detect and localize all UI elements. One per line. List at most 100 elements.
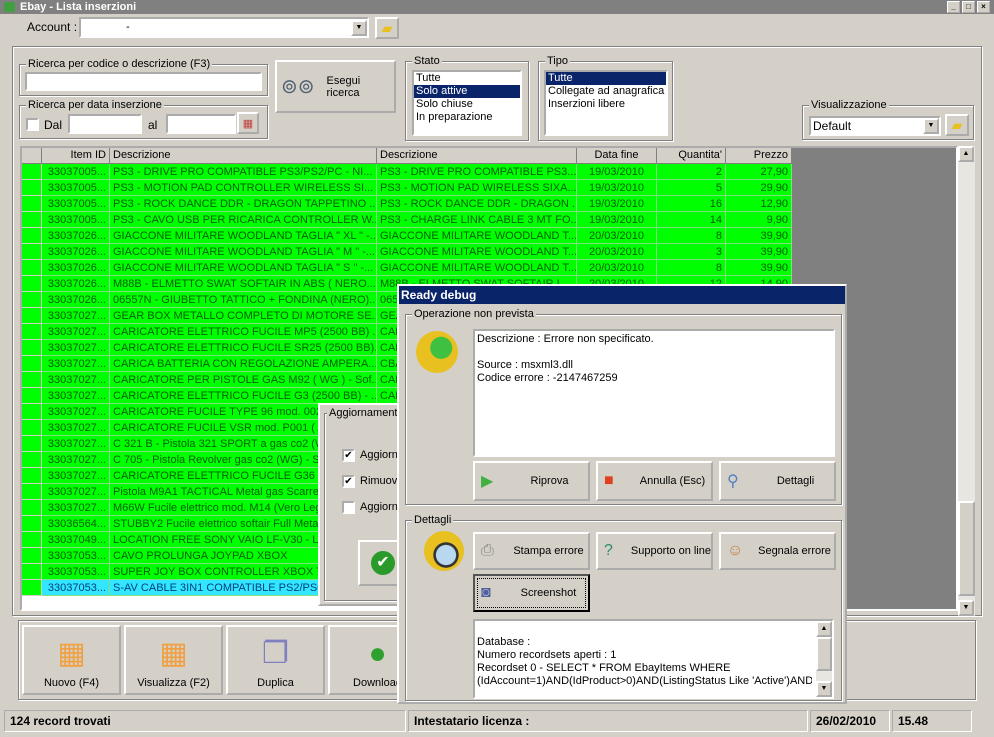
tipo-option[interactable]: Tutte [546,72,666,85]
table-cell[interactable]: 19/03/2010 [577,212,657,228]
chevron-down-icon[interactable]: ▼ [923,118,939,134]
tipo-option[interactable]: Inserzioni libere [546,98,666,111]
from-date-input[interactable] [68,114,142,134]
print-error-button[interactable]: ⎙ Stampa errore [473,532,590,570]
table-cell[interactable]: 33037049... [42,532,110,548]
table-cell[interactable]: 33037027... [42,356,110,372]
row-selector[interactable] [22,308,42,324]
row-selector[interactable] [22,212,42,228]
table-cell[interactable]: 39,90 [726,260,792,276]
to-date-input[interactable] [166,114,236,134]
row-selector[interactable] [22,548,42,564]
table-cell[interactable]: 16 [657,196,726,212]
table-cell[interactable]: 33036564... [42,516,110,532]
tipo-listbox[interactable]: Tutte Collegate ad anagrafica Inserzioni l… [544,70,668,136]
details-button[interactable]: ⚲ Dettagli [719,461,836,501]
row-selector[interactable] [22,196,42,212]
table-cell[interactable]: 14 [657,212,726,228]
table-cell[interactable]: 33037027... [42,388,110,404]
table-cell[interactable]: PS3 - ROCK DANCE DDR - DRAGON ... [377,196,577,212]
table-row[interactable]: 33037005... PS3 - ROCK DANCE DDR - DRAGON… [22,196,792,212]
row-selector[interactable] [22,276,42,292]
table-cell[interactable]: 19/03/2010 [577,180,657,196]
details-textbox[interactable]: Database : Numero recordsets aperti : 1 Re… [473,619,834,699]
row-selector[interactable] [22,532,42,548]
table-cell[interactable]: 29,90 [726,180,792,196]
table-cell[interactable]: 06557N - GIUBETTO TATTICO + FONDINA (NER… [110,292,377,308]
table-cell[interactable]: 33037027... [42,308,110,324]
screenshot-button[interactable]: ◙ Screenshot [473,574,590,612]
row-selector[interactable] [22,164,42,180]
row-selector[interactable] [22,516,42,532]
table-cell[interactable]: 39,90 [726,228,792,244]
table-cell[interactable]: GIACCONE MILITARE WOODLAND TAGLIA " XL "… [110,228,377,244]
table-cell[interactable]: 27,90 [726,164,792,180]
row-selector[interactable] [22,436,42,452]
row-selector[interactable] [22,340,42,356]
table-cell[interactable]: 33037026... [42,228,110,244]
table-cell[interactable]: 33037026... [42,244,110,260]
table-row[interactable]: 33037026... GIACCONE MILITARE WOODLAND TA… [22,244,792,260]
table-cell[interactable]: CARICATORE PER PISTOLE GAS M92 ( WG ) - … [110,372,377,388]
scroll-down-icon[interactable]: ▼ [958,600,974,616]
table-cell[interactable]: 33037053... [42,580,110,596]
table-cell[interactable]: CARICATORE ELETTRICO FUCILE SR25 (2500 B… [110,340,377,356]
cancel-button[interactable]: ■ Annulla (Esc) [596,461,713,501]
table-cell[interactable]: 33037053... [42,548,110,564]
table-cell[interactable]: M88B - ELMETTO SWAT SOFTAIR IN ABS ( NER… [110,276,377,292]
table-cell[interactable]: 33037026... [42,260,110,276]
table-row[interactable]: 33037005... PS3 - CAVO USB PER RICARICA C… [22,212,792,228]
row-selector[interactable] [22,404,42,420]
row-selector[interactable] [22,420,42,436]
column-header[interactable]: Descrizione [110,148,377,164]
row-selector[interactable] [22,468,42,484]
column-header[interactable]: Data fine [577,148,657,164]
table-cell[interactable]: 33037027... [42,452,110,468]
grid-scrollbar[interactable]: ▲ ▼ [958,146,975,616]
scroll-thumb[interactable] [816,637,832,671]
table-cell[interactable]: 33037026... [42,292,110,308]
table-cell[interactable]: PS3 - DRIVE PRO COMPATIBLE PS3/PS2/PC - … [110,164,377,180]
duplica-button[interactable]: ❐ Duplica [226,625,325,695]
table-cell[interactable]: 33037027... [42,436,110,452]
table-row[interactable]: 33037005... PS3 - MOTION PAD CONTROLLER W… [22,180,792,196]
run-search-button[interactable]: ⊚⊚ Esegui ricerca [275,60,396,113]
account-select[interactable]: - ▼ [79,17,369,38]
error-textbox[interactable]: Descrizione : Errore non specificato. Sou… [473,329,835,457]
table-cell[interactable]: 33037026... [42,276,110,292]
stato-option[interactable]: Solo chiuse [414,98,520,111]
column-header[interactable]: Quantita' [657,148,726,164]
table-cell[interactable]: 8 [657,228,726,244]
row-selector[interactable] [22,180,42,196]
aggiornamento-checkbox[interactable]: ✔ [342,475,355,488]
row-selector[interactable] [22,372,42,388]
aggiornamento-checkbox[interactable] [342,501,355,514]
table-cell[interactable]: 8 [657,260,726,276]
table-row[interactable]: 33037026... GIACCONE MILITARE WOODLAND TA… [22,228,792,244]
table-cell[interactable]: 33037027... [42,404,110,420]
table-cell[interactable]: CARICATORE ELETTRICO FUCILE MP5 (2500 BB… [110,324,377,340]
table-cell[interactable]: 20/03/2010 [577,260,657,276]
maximize-icon[interactable]: □ [962,1,975,13]
table-row[interactable]: 33037005... PS3 - DRIVE PRO COMPATIBLE PS… [22,164,792,180]
scroll-up-icon[interactable]: ▲ [958,146,974,162]
aggiornamento-checkbox[interactable]: ✔ [342,449,355,462]
row-selector[interactable] [22,564,42,580]
row-selector[interactable] [22,500,42,516]
row-selector[interactable] [22,580,42,596]
row-selector[interactable] [22,452,42,468]
code-search-input[interactable] [25,72,262,91]
table-cell[interactable]: GIACCONE MILITARE WOODLAND T... [377,260,577,276]
table-cell[interactable]: 33037027... [42,500,110,516]
row-selector[interactable] [22,244,42,260]
table-cell[interactable]: 33037027... [42,468,110,484]
table-cell[interactable]: 33037053... [42,564,110,580]
table-cell[interactable]: 2 [657,164,726,180]
table-cell[interactable]: GIACCONE MILITARE WOODLAND TAGLIA " S " … [110,260,377,276]
stato-listbox[interactable]: Tutte Solo attive Solo chiuse In preparazio… [412,70,522,136]
table-cell[interactable]: PS3 - MOTION PAD WIRELESS SIXA... [377,180,577,196]
nuovo-f-button[interactable]: ▦ Nuovo (F4) [22,625,121,695]
table-cell[interactable]: GIACCONE MILITARE WOODLAND T... [377,244,577,260]
table-cell[interactable]: 20/03/2010 [577,228,657,244]
table-cell[interactable]: 12,90 [726,196,792,212]
